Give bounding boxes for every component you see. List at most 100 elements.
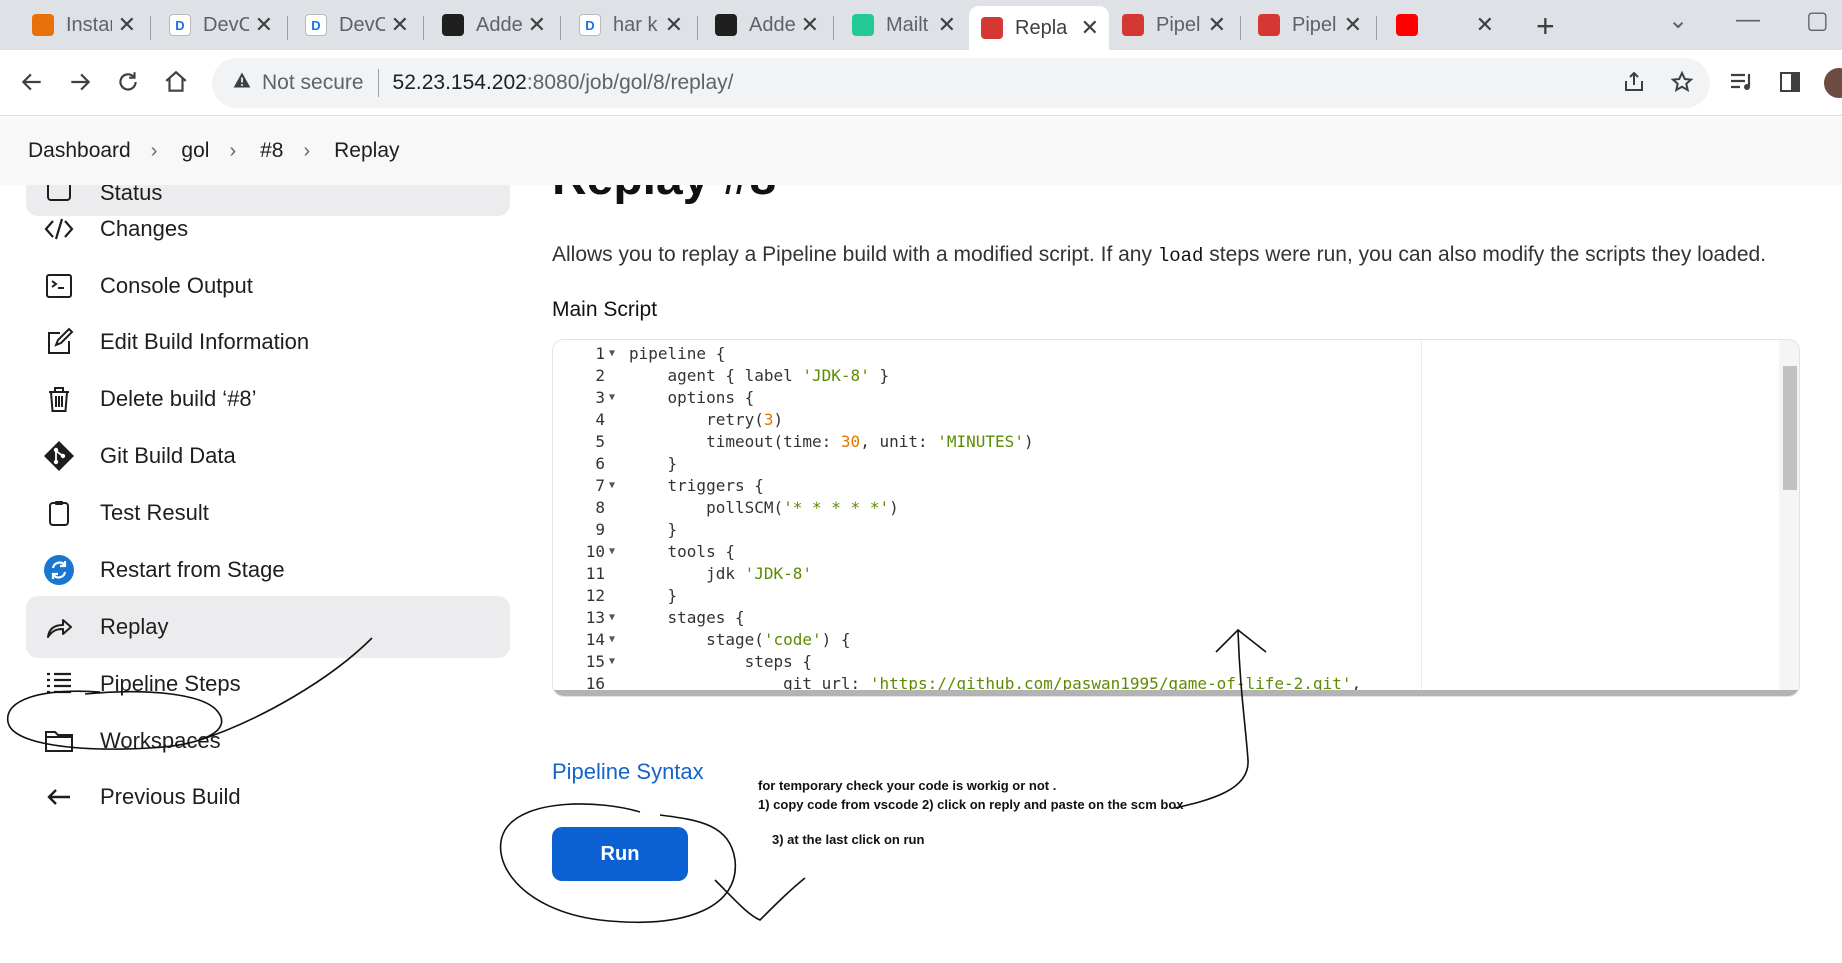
security-label[interactable]: Not secure <box>262 71 364 95</box>
browser-tab-label: DevC <box>339 13 385 36</box>
fold-toggle-icon[interactable]: ▼ <box>609 651 615 673</box>
browser-tab[interactable]: D DevC ✕ <box>157 6 283 44</box>
sidebar-item-git-build-data[interactable]: Git Build Data <box>26 425 510 487</box>
devops-icon: D <box>169 14 191 36</box>
browser-tab[interactable]: ✕ <box>1384 6 1504 44</box>
breadcrumb: Dashboard › gol › #8 › Replay <box>0 117 1842 185</box>
terminal-icon <box>42 269 76 303</box>
reading-list-button[interactable] <box>1722 62 1762 102</box>
close-tab-icon[interactable]: ✕ <box>528 12 546 38</box>
close-tab-icon[interactable]: ✕ <box>665 12 683 38</box>
line-number: 13 <box>585 608 605 627</box>
sidebar-item-changes[interactable]: Changes <box>26 198 510 260</box>
pipeline-syntax-link[interactable]: Pipeline Syntax <box>552 759 704 785</box>
sidebar-item-test-result[interactable]: Test Result <box>26 482 510 544</box>
fold-toggle-icon[interactable]: ▼ <box>609 629 615 651</box>
line-number: 2 <box>595 366 605 385</box>
line-number: 12 <box>585 586 605 605</box>
intro-text-end: steps were run, you can also modify the … <box>1203 243 1767 266</box>
sidebar-item-label: Delete build ‘#8’ <box>100 386 257 411</box>
tab-separator <box>150 16 151 40</box>
address-bar[interactable]: Not secure 52.23.154.202:8080/job/gol/8/… <box>212 58 1710 108</box>
breadcrumb-item[interactable]: #8 <box>260 139 283 163</box>
browser-tab[interactable]: Pipel ✕ <box>1246 6 1372 44</box>
script-editor[interactable]: 1 ▼ pipeline {2 agent { label 'JDK-8' } 3 ▼ … <box>552 339 1800 697</box>
code-text: stage('code') { <box>629 630 851 649</box>
browser-tab[interactable]: D DevC ✕ <box>293 6 419 44</box>
reload-button[interactable] <box>108 62 148 102</box>
forward-button[interactable] <box>60 62 100 102</box>
browser-tab[interactable]: Dhar k ✕ <box>567 6 693 44</box>
chevron-right-icon[interactable]: › <box>229 140 236 163</box>
code-text: } <box>629 586 678 605</box>
sidebar-item-previous-build[interactable]: Previous Build <box>26 766 510 828</box>
breadcrumb-item[interactable]: gol <box>181 139 209 163</box>
line-number: 1 <box>595 344 605 363</box>
close-tab-icon[interactable]: ✕ <box>1208 12 1226 38</box>
sidebar-item-delete-build-8[interactable]: Delete build ‘#8’ <box>26 368 510 430</box>
close-tab-icon[interactable]: ✕ <box>255 12 273 38</box>
code-text: retry(3) <box>629 410 784 429</box>
maximize-icon[interactable]: ▢ <box>1806 6 1829 35</box>
browser-tab-label: Instar <box>66 13 112 36</box>
browser-tab[interactable]: Repla ✕ <box>969 6 1109 50</box>
chevron-right-icon[interactable]: › <box>151 140 158 163</box>
url-host: 52.23.154.202 <box>392 71 527 94</box>
editor-scroll-thumb[interactable] <box>1783 366 1797 490</box>
line-number: 11 <box>585 564 605 583</box>
bookmark-button[interactable] <box>1662 62 1702 102</box>
reload-icon <box>119 72 137 91</box>
back-button[interactable] <box>12 62 52 102</box>
browser-tab[interactable]: Adde ✕ <box>430 6 556 44</box>
browser-tab-label: Pipel <box>1292 13 1337 36</box>
minimize-icon[interactable]: — <box>1736 6 1760 34</box>
code-text: agent { label 'JDK-8' } <box>629 366 890 385</box>
home-button[interactable] <box>156 62 196 102</box>
editor-horizontal-scrollbar[interactable] <box>553 690 1799 696</box>
browser-tab[interactable]: Pipel ✕ <box>1110 6 1236 44</box>
run-button[interactable]: Run <box>552 827 688 881</box>
sidebar-item-restart-from-stage[interactable]: Restart from Stage <box>26 539 510 601</box>
line-number: 8 <box>595 498 605 517</box>
trash-icon <box>42 382 76 416</box>
chevron-down-icon[interactable]: ⌄ <box>1668 6 1688 35</box>
arrow-right-icon <box>71 73 91 91</box>
close-tab-icon[interactable]: ✕ <box>801 12 819 38</box>
sidebar-item-replay[interactable]: Replay <box>26 596 510 658</box>
arrow-left-icon <box>21 73 41 91</box>
tab-separator <box>423 16 424 40</box>
jenkins-icon <box>981 17 1003 39</box>
chevron-right-icon[interactable]: › <box>303 140 310 163</box>
fold-toggle-icon[interactable]: ▼ <box>609 475 615 497</box>
fold-toggle-icon[interactable]: ▼ <box>609 387 615 409</box>
browser-tab[interactable]: Mailt ✕ <box>840 6 966 44</box>
fold-toggle-icon[interactable]: ▼ <box>609 343 615 365</box>
close-tab-icon[interactable]: ✕ <box>938 12 956 38</box>
sidebar-item-label: Pipeline Steps <box>100 671 241 696</box>
git-icon <box>42 439 76 473</box>
sidebar-item-console-output[interactable]: Console Output <box>26 255 510 317</box>
annotation-note-2: 1) copy code from vscode 2) click on rep… <box>758 797 1184 812</box>
new-tab-button[interactable]: + <box>1536 8 1555 45</box>
side-panel-button[interactable] <box>1770 62 1810 102</box>
sidebar-item-workspaces[interactable]: Workspaces <box>26 710 510 772</box>
browser-tab[interactable]: Instar ✕ <box>20 6 146 44</box>
intro-code: load <box>1157 245 1204 267</box>
code-text: } <box>629 454 678 473</box>
fold-toggle-icon[interactable]: ▼ <box>609 607 615 629</box>
close-tab-icon[interactable]: ✕ <box>1081 15 1099 41</box>
sidebar-item-pipeline-steps[interactable]: Pipeline Steps <box>26 653 510 715</box>
sidebar-item-edit-build-information[interactable]: Edit Build Information <box>26 311 510 373</box>
fold-toggle-icon[interactable]: ▼ <box>609 541 615 563</box>
close-tab-icon[interactable]: ✕ <box>1344 12 1362 38</box>
close-tab-icon[interactable]: ✕ <box>391 12 409 38</box>
share-button[interactable] <box>1614 62 1654 102</box>
browser-tab[interactable]: Adde ✕ <box>703 6 829 44</box>
breadcrumb-item[interactable]: Replay <box>334 139 399 163</box>
breadcrumb-item[interactable]: Dashboard <box>28 139 131 163</box>
close-tab-icon[interactable]: ✕ <box>118 12 136 38</box>
close-tab-icon[interactable]: ✕ <box>1476 12 1494 38</box>
line-number: 4 <box>595 410 605 429</box>
intro-text-start: Allows you to replay a Pipeline build wi… <box>552 243 1158 266</box>
line-number: 10 <box>585 542 605 561</box>
